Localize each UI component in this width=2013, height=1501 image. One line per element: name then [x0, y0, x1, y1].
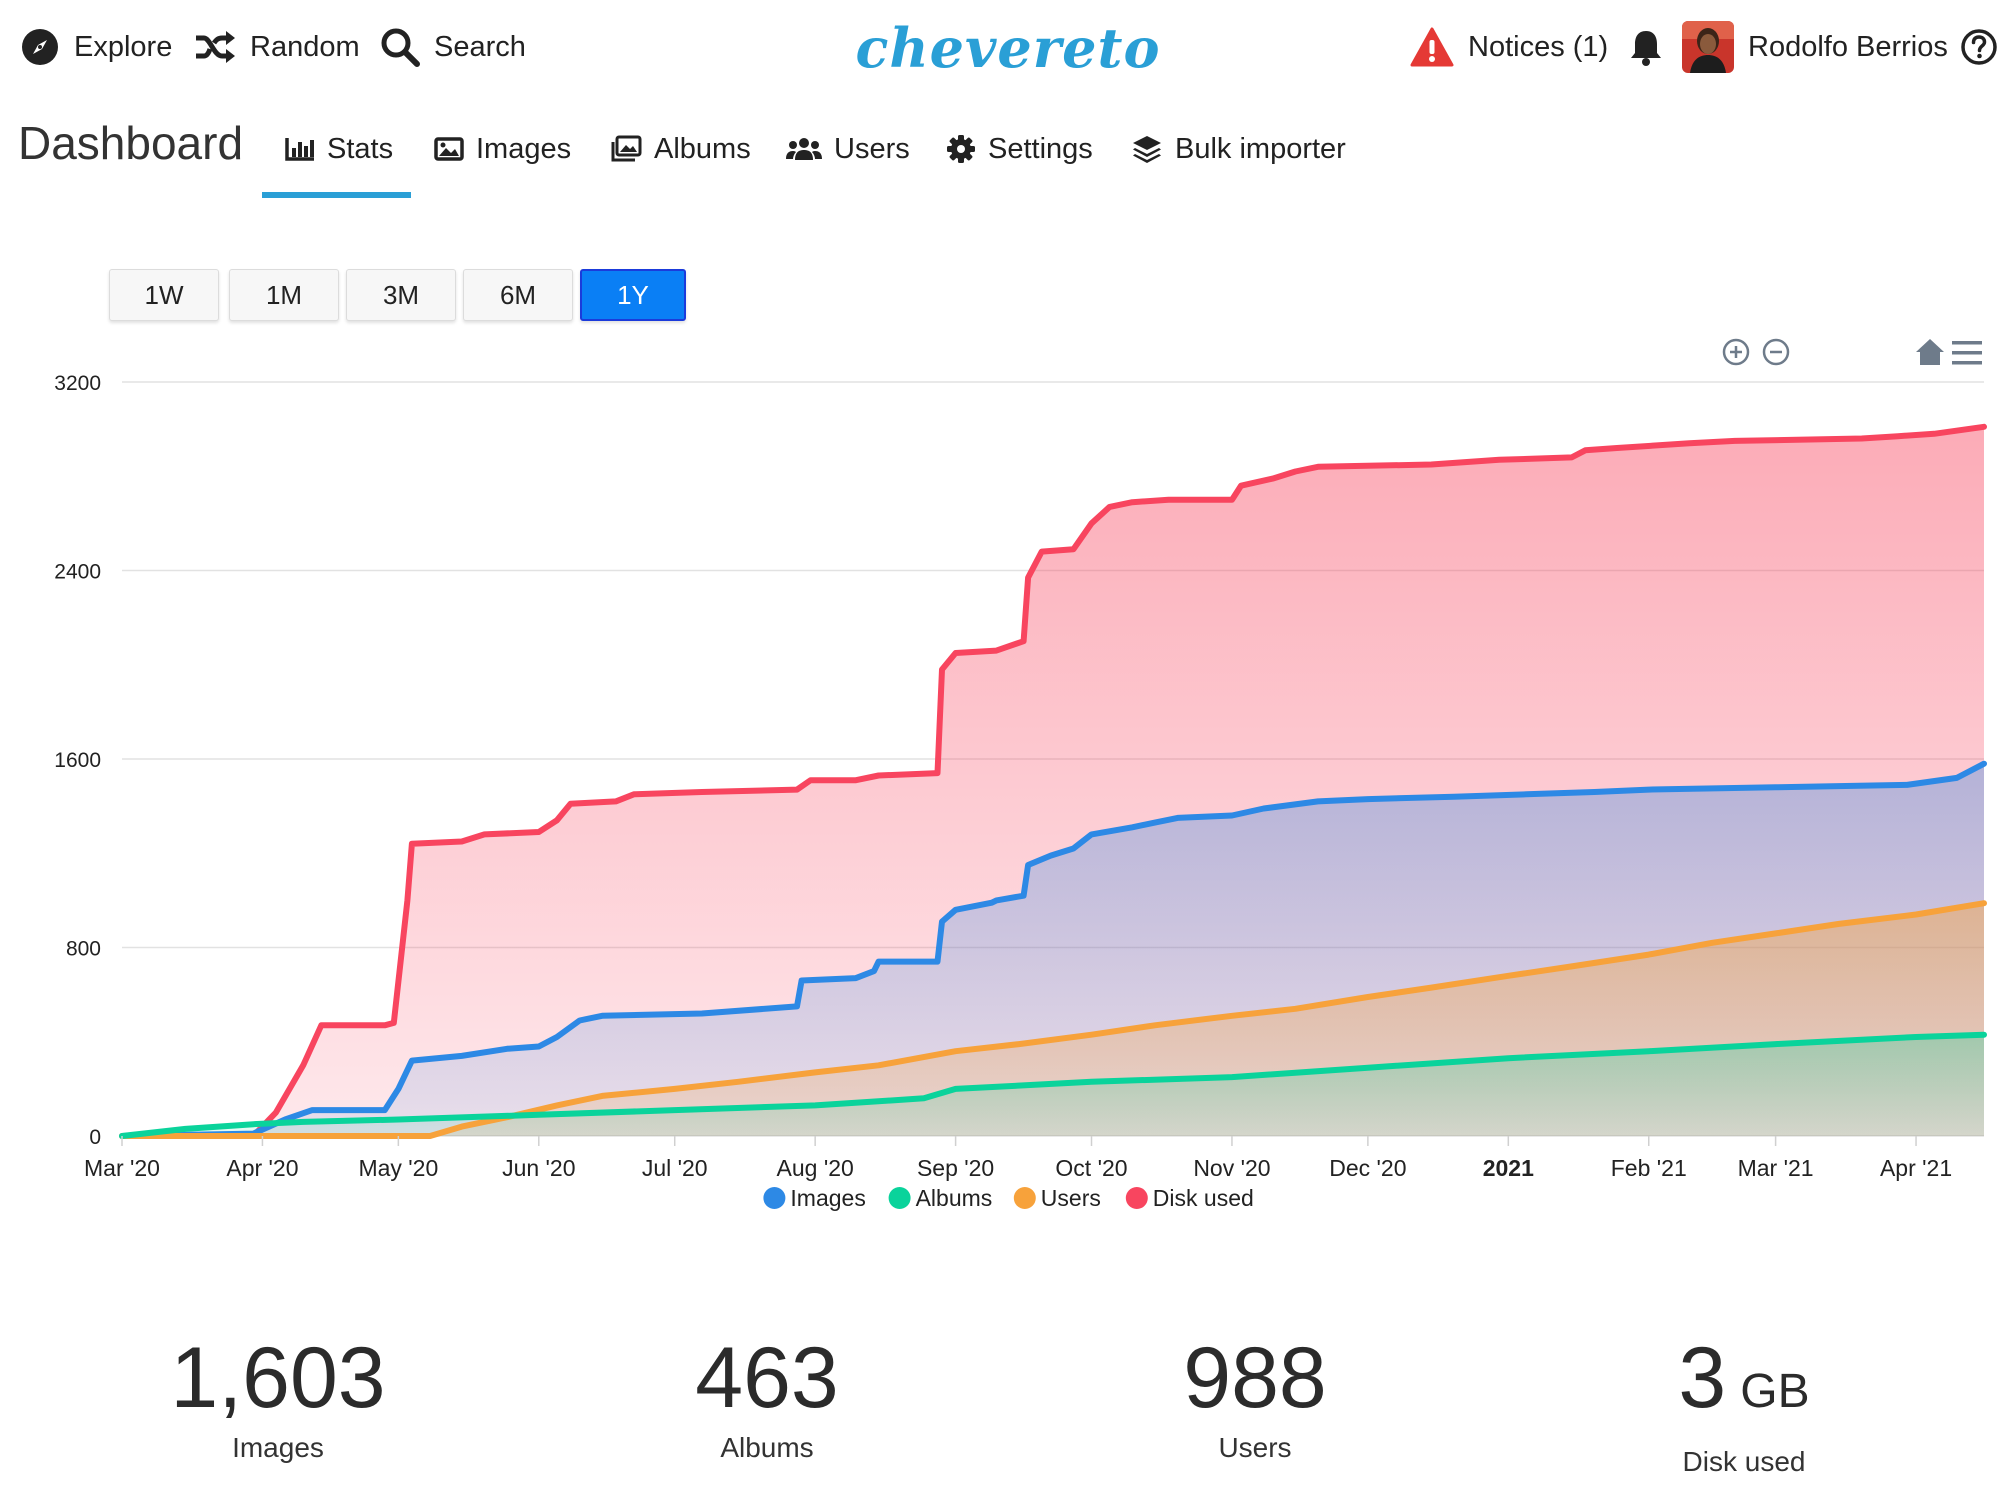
- stats-chart: 3200 2400 1600 800 0 Mar '20 Apr '20 May '20 Ju…: [54, 338, 1987, 1211]
- search-link[interactable]: Search: [380, 22, 526, 72]
- range-1m-button[interactable]: 1M: [229, 269, 339, 321]
- legend-marker-users[interactable]: [1013, 1187, 1036, 1209]
- y-tick-label: 3200: [54, 372, 101, 395]
- explore-link[interactable]: Explore: [20, 22, 172, 72]
- avatar: [1682, 21, 1734, 73]
- home-icon[interactable]: [1916, 339, 1944, 365]
- tab-images[interactable]: Images: [434, 122, 571, 176]
- tab-images-label: Images: [476, 132, 572, 165]
- stat-disk-value: 3 GB: [1678, 1330, 1810, 1426]
- tab-bulk-importer[interactable]: Bulk importer: [1131, 122, 1346, 176]
- top-bar: Explore Random Search chevereto Notices …: [0, 0, 2013, 94]
- range-1y-button[interactable]: 1Y: [580, 269, 686, 321]
- x-tick-label: Aug '20: [777, 1155, 854, 1181]
- warning-icon: [1410, 27, 1454, 67]
- chart-areas: [122, 426, 1984, 1136]
- y-tick-label: 0: [89, 1126, 101, 1149]
- x-tick-label: Apr '21: [1880, 1155, 1952, 1181]
- random-link[interactable]: Random: [194, 22, 360, 72]
- x-tick-label: Jul '20: [642, 1155, 708, 1181]
- stat-disk-unit: GB: [1740, 1365, 1810, 1418]
- tab-stats-label: Stats: [327, 132, 394, 165]
- stat-users: 988 Users: [1045, 1328, 1465, 1464]
- user-menu[interactable]: Rodolfo Berrios: [1682, 21, 1948, 73]
- notifications-button[interactable]: [1628, 22, 1664, 72]
- notices-label: Notices (1): [1468, 30, 1609, 63]
- menu-icon[interactable]: [1952, 341, 1982, 365]
- x-axis: Mar '20 Apr '20 May '20 Jun '20 Jul '20 Aug '…: [84, 1136, 1952, 1181]
- tab-stats[interactable]: Stats: [285, 122, 393, 176]
- bar-chart-icon: [285, 136, 315, 162]
- tab-settings-label: Settings: [988, 132, 1093, 165]
- stat-disk-label: Disk used: [1682, 1446, 1806, 1477]
- stat-albums-label: Albums: [720, 1432, 814, 1463]
- explore-label: Explore: [74, 30, 173, 63]
- x-tick-label: Nov '20: [1193, 1155, 1270, 1181]
- image-icon: [434, 137, 464, 161]
- x-tick-label: Dec '20: [1329, 1155, 1406, 1181]
- bell-icon: [1628, 27, 1664, 67]
- zoom-in-icon[interactable]: [1722, 338, 1750, 366]
- user-name: Rodolfo Berrios: [1748, 30, 1948, 63]
- legend-label-albums[interactable]: Albums: [916, 1185, 993, 1211]
- stat-images-value: 1,603: [170, 1330, 386, 1426]
- zoom-out-icon[interactable]: [1762, 338, 1790, 366]
- shuffle-icon: [194, 29, 236, 65]
- x-tick-label: Mar '21: [1738, 1155, 1814, 1181]
- search-icon: [380, 27, 420, 67]
- random-label: Random: [250, 30, 360, 63]
- layers-icon: [1131, 134, 1163, 164]
- tab-users[interactable]: Users: [786, 122, 910, 176]
- x-tick-label: Jun '20: [502, 1155, 575, 1181]
- y-axis: 3200 2400 1600 800 0: [54, 372, 101, 1149]
- gear-icon: [946, 134, 976, 164]
- tab-settings[interactable]: Settings: [946, 122, 1093, 176]
- help-button[interactable]: [1960, 22, 1998, 72]
- tab-albums-label: Albums: [654, 132, 751, 165]
- range-6m-button[interactable]: 6M: [463, 269, 573, 321]
- y-tick-label: 2400: [54, 561, 101, 584]
- tab-users-label: Users: [834, 132, 910, 165]
- x-tick-label: 2021: [1483, 1155, 1534, 1181]
- active-tab-indicator: [262, 192, 411, 198]
- range-3m-button[interactable]: 3M: [346, 269, 456, 321]
- chart-legend: Images Albums Users Disk used: [763, 1185, 1254, 1211]
- tab-bulk-importer-label: Bulk importer: [1175, 132, 1346, 165]
- legend-marker-disk-used[interactable]: [1125, 1187, 1148, 1209]
- y-tick-label: 1600: [54, 749, 101, 772]
- stat-images-label: Images: [232, 1432, 324, 1463]
- stat-albums: 463 Albums: [557, 1328, 977, 1464]
- x-tick-label: Oct '20: [1055, 1155, 1127, 1181]
- x-tick-label: Feb '21: [1611, 1155, 1687, 1181]
- range-1w-button[interactable]: 1W: [109, 269, 219, 321]
- legend-label-users[interactable]: Users: [1041, 1185, 1101, 1211]
- help-icon: [1960, 28, 1998, 66]
- stat-disk-used: 3 GB Disk used: [1534, 1328, 1954, 1478]
- x-tick-label: May '20: [358, 1155, 438, 1181]
- stat-users-value: 988: [1183, 1330, 1327, 1426]
- users-icon: [786, 136, 822, 162]
- tab-albums[interactable]: Albums: [610, 122, 751, 176]
- stat-albums-value: 463: [695, 1330, 839, 1426]
- x-tick-label: Apr '20: [226, 1155, 298, 1181]
- stat-images: 1,603 Images: [68, 1328, 488, 1464]
- compass-icon: [20, 27, 60, 67]
- y-tick-label: 800: [66, 938, 101, 961]
- notices-link[interactable]: Notices (1): [1410, 22, 1608, 72]
- page-title: Dashboard: [18, 117, 244, 169]
- legend-label-disk-used[interactable]: Disk used: [1153, 1185, 1254, 1211]
- x-tick-label: Sep '20: [917, 1155, 994, 1181]
- x-tick-label: Mar '20: [84, 1155, 160, 1181]
- stat-users-label: Users: [1218, 1432, 1292, 1463]
- legend-marker-albums[interactable]: [888, 1187, 911, 1209]
- albums-icon: [610, 135, 642, 163]
- legend-marker-images[interactable]: [763, 1187, 786, 1209]
- search-label: Search: [434, 30, 526, 63]
- legend-label-images[interactable]: Images: [790, 1185, 865, 1211]
- chevereto-logo[interactable]: chevereto: [856, 10, 1160, 86]
